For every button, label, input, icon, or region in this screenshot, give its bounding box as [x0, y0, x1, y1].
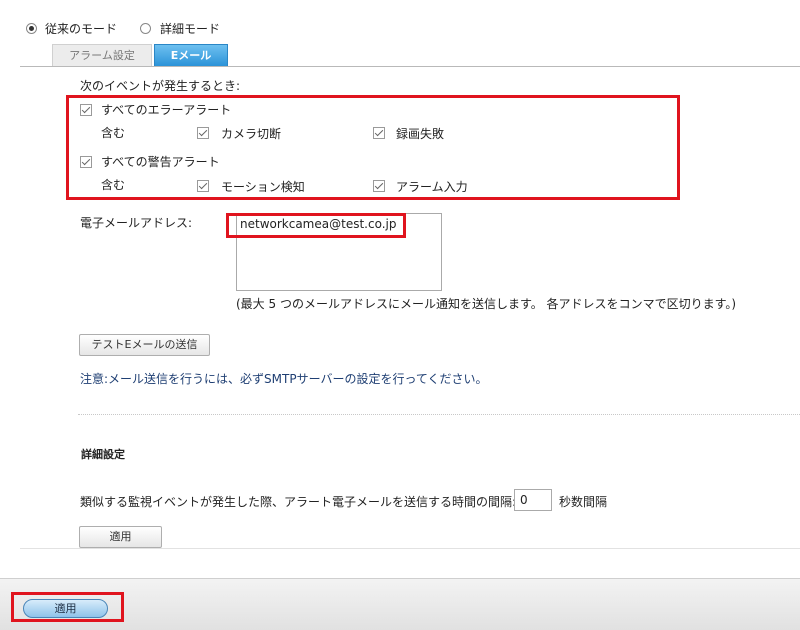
smtp-note: 注意:メール送信を行うには、必ずSMTPサーバーの設定を行ってください。 [80, 372, 488, 386]
advanced-mode-radio[interactable] [140, 23, 151, 34]
interval-unit: 秒数間隔 [559, 495, 608, 509]
email-label: 電子メールアドレス: [80, 216, 193, 230]
tab-email[interactable]: Eメール [154, 44, 228, 66]
send-test-email-button[interactable]: テストEメールの送信 [79, 334, 210, 356]
advanced-mode-label: 詳細モード [160, 22, 221, 36]
content-bottom-line [20, 548, 800, 549]
events-highlight-box [66, 95, 680, 200]
event-heading: 次のイベントが発生するとき: [80, 79, 241, 93]
tab-divider [20, 66, 800, 67]
email-hint: (最大 5 つのメールアドレスにメール通知を送信します。 各アドレスをコンマで区… [236, 297, 737, 311]
interval-input[interactable]: 0 [514, 489, 552, 511]
legacy-mode-label: 従来のモード [45, 22, 118, 36]
section-divider [78, 414, 800, 415]
interval-label: 類似する監視イベントが発生した際、アラート電子メールを送信する時間の間隔: [80, 495, 517, 509]
legacy-mode-radio[interactable] [26, 23, 37, 34]
apply-highlight-box [11, 592, 124, 622]
advanced-apply-button[interactable]: 適用 [79, 526, 162, 548]
tab-alarm-settings[interactable]: アラーム設定 [52, 44, 152, 66]
email-highlight-box [226, 213, 406, 238]
advanced-heading: 詳細設定 [81, 448, 125, 461]
